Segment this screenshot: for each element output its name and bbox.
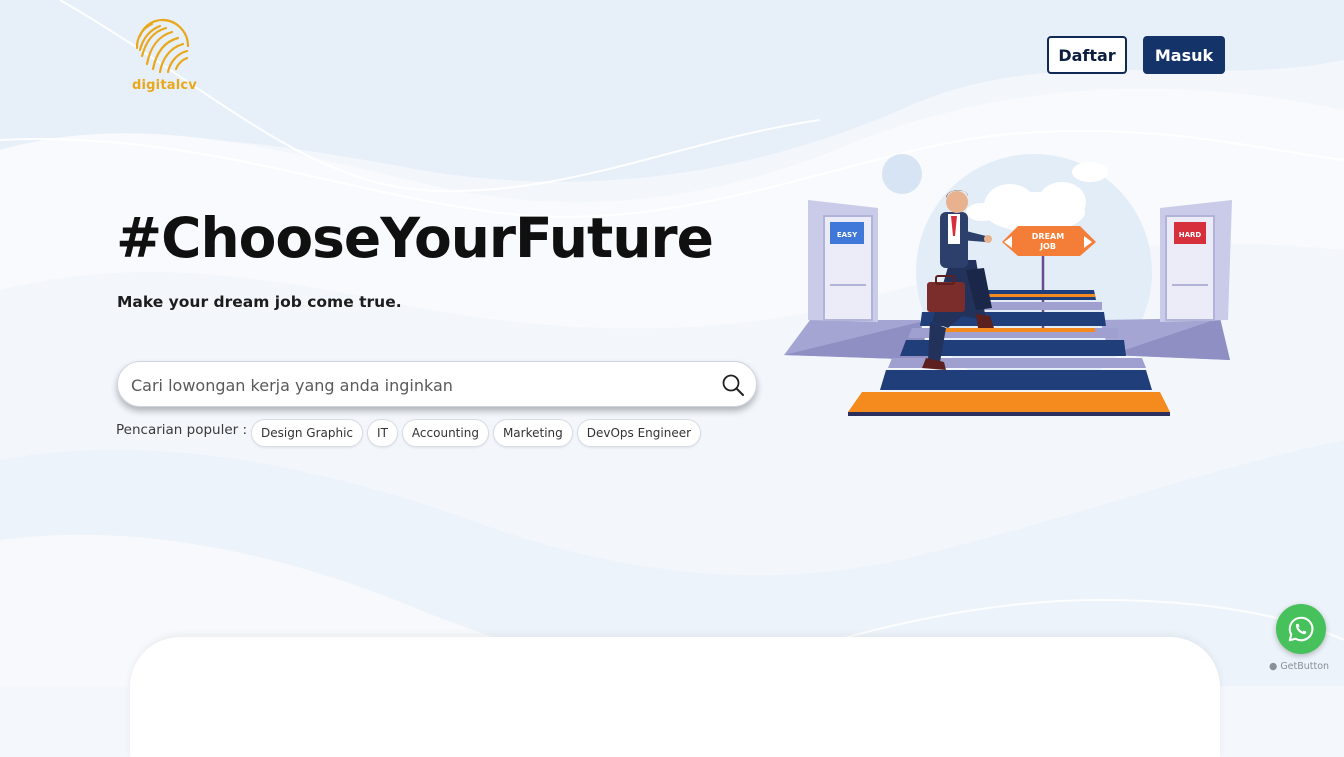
- hero-headline: #ChooseYourFuture: [116, 206, 714, 270]
- popular-chip-devops-engineer[interactable]: DevOps Engineer: [576, 419, 702, 447]
- hard-sign-text: HARD: [1179, 231, 1202, 239]
- popular-chip-it[interactable]: IT: [367, 419, 398, 447]
- brand-name: digitalcv: [132, 78, 197, 93]
- illustration-door-easy: EASY: [808, 200, 878, 322]
- popular-searches-label: Pencarian populer :: [116, 422, 248, 438]
- search-icon[interactable]: [721, 373, 745, 397]
- easy-sign-text: EASY: [837, 231, 858, 239]
- fingerprint-circle-icon: [135, 18, 190, 74]
- hero-subheadline: Make your dream job come true.: [117, 293, 402, 311]
- getbutton-credit[interactable]: ● GetButton: [1269, 661, 1329, 672]
- search-input[interactable]: [129, 362, 713, 408]
- illustration-door-hard: HARD: [1160, 200, 1232, 322]
- getbutton-logo-icon: ●: [1269, 661, 1281, 672]
- signpost-line2: JOB: [1039, 242, 1056, 251]
- hero-illustration: EASY HARD DREAM JOB: [784, 154, 1232, 416]
- popular-chip-design-graphic[interactable]: Design Graphic: [251, 419, 364, 447]
- register-button[interactable]: Daftar: [1047, 36, 1127, 74]
- whatsapp-chat-button[interactable]: [1276, 604, 1326, 654]
- getbutton-credit-text: GetButton: [1280, 661, 1330, 672]
- popular-searches-list: Design Graphic IT Accounting Marketing D…: [251, 419, 702, 447]
- signpost-line1: DREAM: [1032, 232, 1064, 241]
- job-search-bar: [117, 361, 757, 408]
- popular-searches: Pencarian populer : Design Graphic IT Ac…: [116, 418, 702, 448]
- whatsapp-icon: [1288, 616, 1314, 642]
- brand-logo[interactable]: digitalcv: [128, 14, 198, 98]
- login-button[interactable]: Masuk: [1143, 36, 1225, 74]
- popular-chip-accounting[interactable]: Accounting: [401, 419, 489, 447]
- popular-chip-marketing[interactable]: Marketing: [492, 419, 573, 447]
- content-card: [130, 637, 1220, 757]
